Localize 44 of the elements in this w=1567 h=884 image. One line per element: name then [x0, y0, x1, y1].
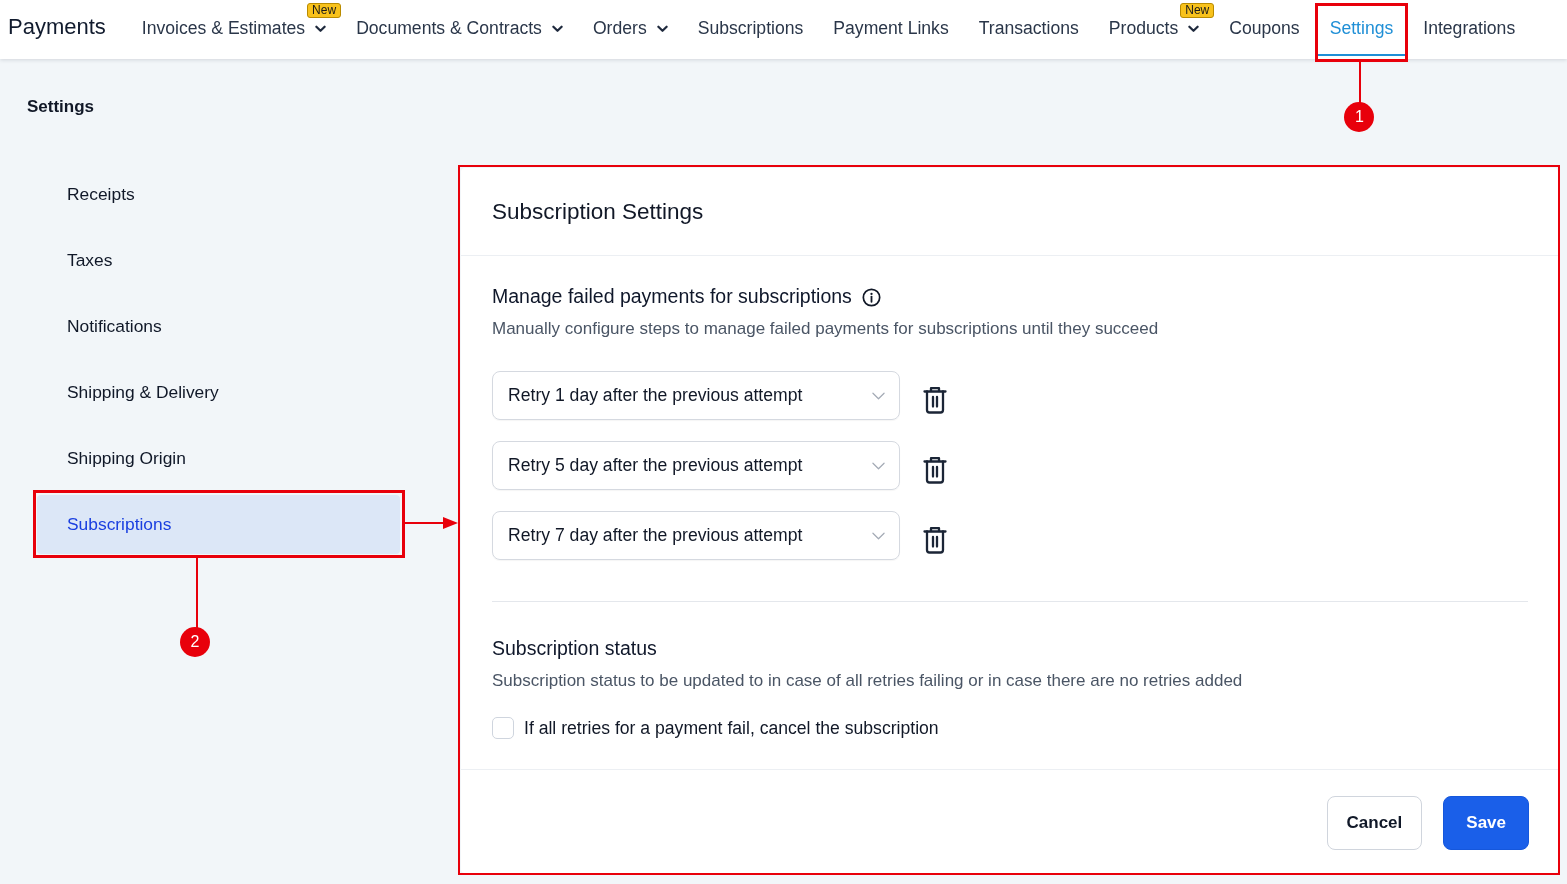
- section-title: Manage failed payments for subscriptions: [492, 284, 852, 308]
- step-marker: 1: [1344, 102, 1375, 132]
- step-marker: 2: [180, 627, 210, 657]
- sidebar-item[interactable]: Shipping Origin: [37, 429, 400, 488]
- retry-select[interactable]: Retry 5 day after the previous attempt: [492, 441, 900, 490]
- info-icon[interactable]: [861, 287, 881, 307]
- sidebar-title: Settings: [27, 97, 95, 117]
- delete-button[interactable]: [923, 525, 947, 554]
- panel-title: Subscription Settings: [492, 198, 704, 225]
- retry-select[interactable]: Retry 1 day after the previous attempt: [492, 371, 900, 420]
- nav-tab[interactable]: Payment Links: [818, 0, 964, 56]
- nav-tab[interactable]: Integrations: [1408, 0, 1531, 56]
- new-badge: New: [1180, 3, 1215, 18]
- save-button[interactable]: Save: [1443, 796, 1529, 850]
- callout-line: [1359, 62, 1362, 103]
- section-description: Subscription status to be updated to in case of all retries failing or in case there are no retries added: [492, 670, 1243, 692]
- retry-select[interactable]: Retry 7 day after the previous attempt: [492, 511, 900, 560]
- nav-tab[interactable]: Transactions: [963, 0, 1094, 56]
- nav-tab[interactable]: Documents & Contracts: [341, 0, 578, 56]
- delete-button[interactable]: [923, 385, 947, 414]
- chevron-down-icon: [872, 461, 885, 470]
- sidebar-item[interactable]: Shipping & Delivery: [37, 363, 400, 422]
- trash-icon: [923, 455, 947, 484]
- delete-button[interactable]: [923, 455, 947, 484]
- checkbox-label: If all retries for a payment fail, cancel the subscription: [524, 717, 939, 739]
- sidebar-item[interactable]: Receipts: [37, 165, 400, 224]
- nav-tab[interactable]: Coupons: [1214, 0, 1315, 56]
- nav-tab[interactable]: Orders: [577, 0, 683, 56]
- sidebar-item[interactable]: Notifications: [37, 297, 400, 356]
- nav-tab[interactable]: Subscriptions: [682, 0, 819, 56]
- sidebar-item[interactable]: Subscriptions: [37, 495, 400, 554]
- new-badge: New: [307, 3, 342, 18]
- section-description: Manually configure steps to manage failed payments for subscriptions until they succeed: [492, 318, 1159, 340]
- checkbox[interactable]: [492, 717, 514, 739]
- sidebar-item[interactable]: Taxes: [37, 231, 400, 290]
- cancel-button[interactable]: Cancel: [1326, 796, 1423, 850]
- trash-icon: [923, 385, 947, 414]
- chevron-down-icon: [872, 391, 885, 400]
- trash-icon: [923, 525, 947, 554]
- chevron-down-icon: [872, 531, 885, 540]
- section-title: Subscription status: [492, 636, 657, 660]
- callout-line: [196, 558, 198, 628]
- nav-tab[interactable]: Settings: [1314, 0, 1409, 56]
- app-title: Payments: [8, 13, 106, 41]
